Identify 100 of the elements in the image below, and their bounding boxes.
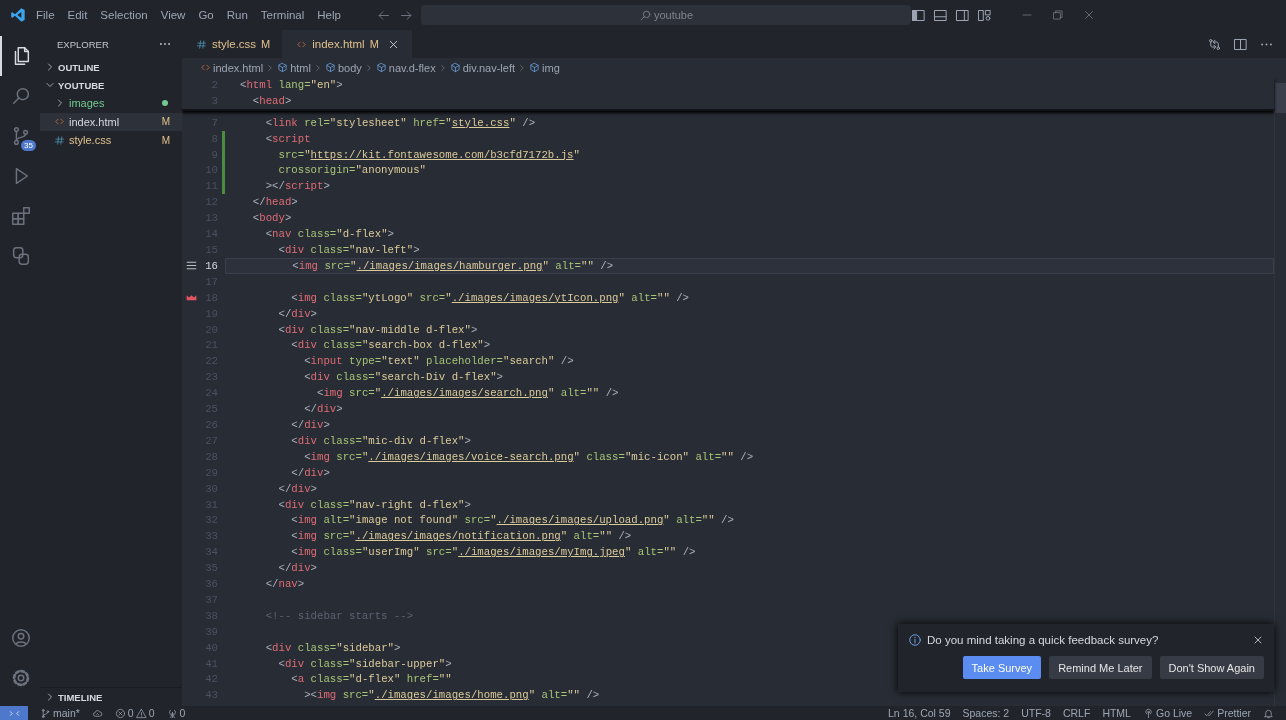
split-editor-icon[interactable] — [1233, 36, 1248, 52]
logo-icon — [10, 7, 26, 23]
code-line: <div class="sidebar-upper"> — [277, 657, 452, 670]
code-line: <img src="./images/images/hamburger.png" alt="" /> — [291, 259, 614, 272]
warning-icon[interactable] — [135, 707, 147, 719]
code-line: <nav class="d-flex"> — [264, 228, 394, 241]
menu-item[interactable]: Help — [317, 9, 341, 21]
search-icon[interactable] — [10, 85, 32, 107]
status-item[interactable]: Spaces: 2 — [962, 707, 1010, 719]
hash-icon — [196, 38, 207, 50]
branch-icon[interactable] — [40, 707, 51, 719]
broadcast-icon[interactable] — [1142, 707, 1154, 719]
status-item[interactable]: UTF-8 — [1021, 707, 1051, 719]
code-line: <img src="./images/images/voice-search.png" class="mic-icon" alt="" /> — [303, 450, 754, 463]
code-line: <script — [264, 132, 311, 145]
account-icon[interactable] — [10, 627, 32, 649]
cloud-icon[interactable] — [91, 707, 103, 719]
code-line: <div class="sidebar"> — [264, 641, 401, 654]
code-line: <head> — [251, 94, 292, 107]
line-number: 16 — [204, 259, 218, 272]
code-line: <input type="text" placeholder="search" /> — [303, 355, 574, 368]
ports-count[interactable]: 0 — [179, 707, 186, 719]
status-item[interactable]: CRLF — [1062, 707, 1091, 719]
menu-item[interactable]: View — [160, 9, 186, 21]
menu-item[interactable]: Go — [198, 9, 214, 21]
explorer-entry[interactable]: index.html — [69, 115, 162, 128]
code-line: src="https://kit.fontawesome.com/b3cfd7172b.js" — [277, 148, 580, 161]
code-line: </div> — [277, 482, 317, 495]
menu-item[interactable]: Selection — [100, 9, 148, 21]
status-item[interactable]: Go Live — [1155, 707, 1193, 719]
bell-icon[interactable] — [1263, 707, 1274, 719]
git-status: M — [161, 116, 170, 128]
cube-icon — [375, 62, 387, 73]
status-item[interactable]: Ln 16, Col 59 — [888, 707, 951, 719]
section-header[interactable]: YOUTUBE — [58, 79, 105, 91]
layout-grid-icon[interactable] — [977, 7, 992, 23]
branch-name[interactable]: main* — [53, 707, 80, 719]
code-line: <img class="ytLogo" src="./images/images/ytIcon.png" alt="" /> — [290, 291, 690, 304]
section-header[interactable]: OUTLINE — [58, 61, 100, 73]
code-brackets-icon — [200, 62, 211, 73]
breadcrumb-item[interactable]: nav.d-flex — [388, 61, 436, 74]
code-line: </div> — [277, 307, 317, 320]
notification-button[interactable]: Remind Me Later — [1049, 656, 1152, 679]
extensions-icon[interactable] — [10, 205, 32, 227]
explorer-entry[interactable]: style.css — [69, 134, 162, 147]
code-line: <img class="userImg" src="./images/images/myImg.jpeg" alt="" /> — [290, 546, 696, 559]
code-line: </div> — [290, 466, 330, 479]
settings-icon[interactable] — [10, 667, 32, 689]
breadcrumb-item[interactable]: index.html — [213, 61, 264, 74]
panel-toggle-icon[interactable] — [933, 7, 948, 23]
sidebar-toggle-icon[interactable] — [911, 7, 926, 23]
code-line: <img src="./images/images/search.png" alt="" /> — [315, 387, 619, 400]
code-line: <img src="./images/images/notification.png" alt="" /> — [290, 530, 632, 543]
breadcrumb-item[interactable]: img — [542, 61, 560, 74]
code-line: <html lang="en"> — [240, 78, 343, 91]
status-item[interactable]: Prettier — [1217, 707, 1251, 719]
code-line: </div> — [290, 419, 330, 431]
hash-icon — [54, 134, 65, 146]
close-icon[interactable] — [1252, 634, 1264, 646]
menu-item[interactable]: File — [36, 9, 55, 21]
code-line: crossorigin="anonymous" — [277, 164, 426, 177]
antenna-icon[interactable] — [166, 707, 178, 719]
breadcrumb-item[interactable]: html — [290, 61, 311, 74]
count-badge: 35 — [21, 140, 36, 151]
editor-tab[interactable]: index.html M — [282, 30, 412, 58]
secondary-sidebar-icon[interactable] — [955, 7, 970, 23]
warning-count[interactable]: 0 — [148, 707, 155, 719]
editor-tab[interactable]: style.css M — [182, 30, 283, 58]
section-header[interactable]: TIMELINE — [58, 691, 103, 703]
code-line: </head> — [251, 196, 298, 209]
panel-title: EXPLORER — [57, 38, 109, 50]
code-line: </div> — [303, 403, 343, 416]
error-count[interactable]: 0 — [127, 707, 134, 719]
code-line: ><img src="./images/images/home.png" alt="" /> — [303, 689, 600, 702]
notification-button[interactable]: Don't Show Again — [1159, 656, 1264, 679]
code-line: <!-- sidebar starts --> — [264, 609, 414, 622]
restore-icon[interactable] — [1051, 8, 1065, 22]
status-item[interactable]: HTML — [1102, 707, 1131, 719]
compare-changes-icon[interactable] — [1207, 36, 1222, 52]
menu-item[interactable]: Terminal — [260, 9, 305, 21]
notification-message: Do you mind taking a quick feedback survey? — [927, 634, 1160, 646]
cube-icon — [529, 62, 541, 73]
code-line: <div class="nav-middle d-flex"> — [277, 323, 478, 336]
breadcrumb-item[interactable]: body — [337, 61, 362, 74]
scrollbar-thumb[interactable] — [1275, 83, 1286, 113]
overlapping-shapes-icon[interactable] — [10, 245, 32, 267]
code-line: </div> — [277, 562, 317, 575]
command-search-field[interactable]: youtube — [421, 5, 911, 25]
error-icon[interactable] — [114, 707, 126, 719]
breadcrumb-item[interactable]: div.nav-left — [462, 61, 516, 74]
file-item-highlight[interactable]: index.html M — [40, 112, 182, 131]
code-line: <a class="d-flex" href="" — [290, 673, 452, 686]
code-line: <div class="search-box d-flex"> — [290, 339, 491, 352]
code-line: <div class="nav-left"> — [277, 244, 420, 256]
menu-item[interactable]: Edit — [67, 9, 88, 21]
code-line: <div class="search-Div d-flex"> — [303, 371, 503, 384]
explorer-entry[interactable]: images — [69, 97, 162, 110]
menu-item[interactable]: Run — [226, 9, 248, 21]
remote-button[interactable] — [0, 706, 28, 720]
code-line: <img alt="image not found" src="./images/images/upload.png" alt="" /> — [290, 514, 734, 527]
